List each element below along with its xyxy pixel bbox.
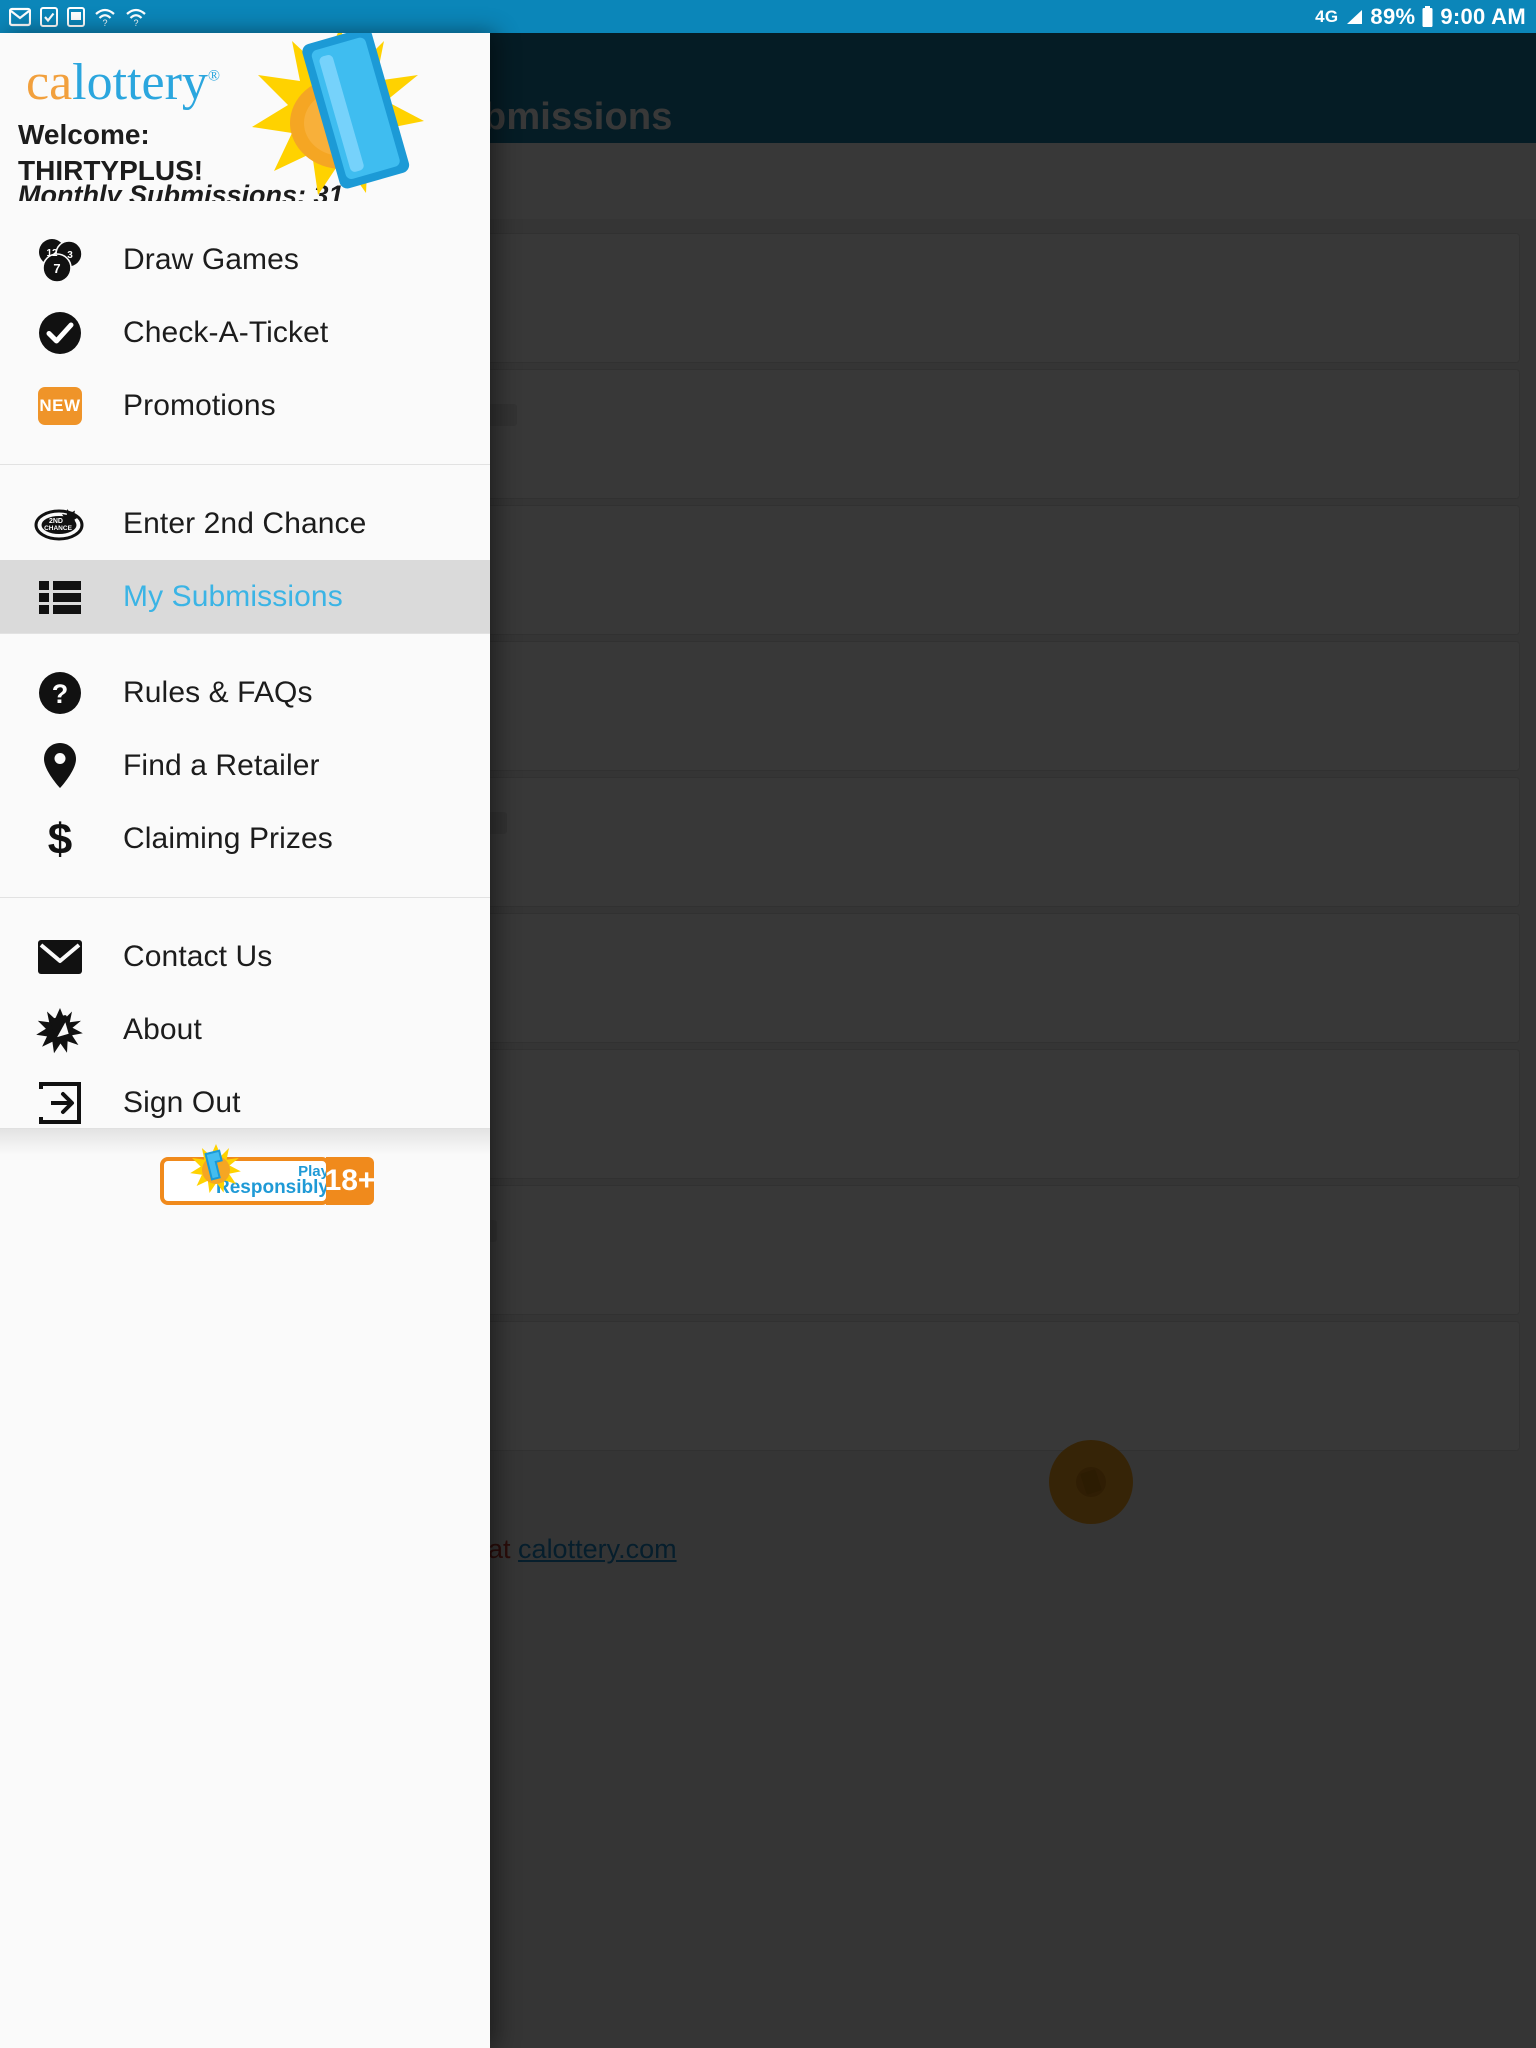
play-responsibly-sun-icon [190, 1144, 241, 1193]
status-bar-notification-icons: ? ? [0, 6, 147, 27]
status-bar-system-icons: 4G 89% 9:00 AM [1315, 3, 1536, 29]
checkbox-icon [40, 6, 58, 27]
new-badge-icon: NEW [30, 386, 90, 425]
welcome-label: Welcome: [18, 119, 150, 150]
svg-text:?: ? [102, 18, 107, 27]
menu-divider [0, 897, 490, 898]
map-pin-icon [30, 742, 90, 790]
wifi-question-icon: ? [95, 8, 115, 27]
dollar-sign-icon: $ [30, 815, 90, 863]
calottery-logo: calottery® [26, 57, 220, 109]
check-circle-icon [30, 310, 90, 356]
svg-text:CHANCE: CHANCE [44, 525, 72, 532]
status-bar: ? ? 4G 89% 9:00 AM [0, 0, 1536, 33]
logout-icon [30, 1081, 90, 1125]
menu-group-3: ? Rules & FAQs Find a Retailer $ Claimin… [0, 656, 490, 875]
app-root: My Submissions This Month [0, 0, 1536, 2048]
sidebar-item-claiming-prizes[interactable]: $ Claiming Prizes [0, 802, 490, 875]
sidebar-item-my-submissions[interactable]: My Submissions [0, 560, 490, 633]
new-badge-text: NEW [38, 386, 82, 425]
sidebar-item-draw-games[interactable]: 12 3 7 Draw Games [0, 223, 490, 296]
svg-text:7: 7 [53, 261, 60, 276]
age-restriction-badge: 18+ [325, 1157, 375, 1205]
svg-text:?: ? [133, 18, 138, 27]
svg-text:3: 3 [67, 250, 73, 261]
logo-trademark: ® [207, 67, 221, 85]
svg-text:12: 12 [46, 248, 58, 259]
welcome-block: Welcome: THIRTYPLUS! [18, 121, 203, 185]
sidebar-item-label: Check-A-Ticket [123, 315, 329, 349]
sidebar-item-label: Promotions [123, 388, 276, 422]
sun-ticket-icon [30, 1006, 90, 1054]
signal-bars-icon [1347, 9, 1363, 24]
sidebar-item-label: Enter 2nd Chance [123, 506, 367, 540]
sidebar-item-find-a-retailer[interactable]: Find a Retailer [0, 729, 490, 802]
network-type-label: 4G [1315, 7, 1339, 26]
sun-ticket-artwork [252, 33, 424, 195]
drawer-footer: Play Responsibly 18+ [0, 1128, 490, 2048]
menu-group-1: 12 3 7 Draw Games Check-A-Ticket NEW Pro… [0, 223, 490, 442]
question-circle-icon: ? [30, 670, 90, 716]
sidebar-item-label: Contact Us [123, 939, 273, 973]
wifi-question-icon: ? [126, 8, 146, 27]
menu-group-2: 2ND CHANCE Enter 2nd Chance My Submissio… [0, 487, 490, 633]
logo-lottery: lottery [72, 54, 208, 111]
sidebar-item-rules-faqs[interactable]: ? Rules & FAQs [0, 656, 490, 729]
battery-percent-label: 89% [1370, 3, 1416, 29]
navigation-drawer: calottery® Welcome: THIRTYPLUS! Monthly … [0, 33, 490, 2048]
sidebar-item-label: Claiming Prizes [123, 821, 333, 855]
sidebar-item-label: Draw Games [123, 242, 300, 276]
sidebar-item-label: Rules & FAQs [123, 675, 313, 709]
play-responsibly-badge[interactable]: Play Responsibly 18+ [160, 1144, 375, 1205]
clock-label: 9:00 AM [1440, 3, 1526, 29]
lottery-balls-icon: 12 3 7 [30, 236, 90, 284]
battery-icon [1422, 5, 1433, 27]
menu-group-4: Contact Us About Sign Out [0, 920, 490, 1139]
sidebar-item-about[interactable]: About [0, 993, 490, 1066]
drawer-header: calottery® Welcome: THIRTYPLUS! Monthly … [0, 33, 490, 201]
svg-text:?: ? [52, 679, 69, 709]
sidebar-item-check-a-ticket[interactable]: Check-A-Ticket [0, 296, 490, 369]
svg-text:$: $ [48, 815, 72, 863]
sidebar-item-label: My Submissions [123, 579, 343, 613]
sidebar-item-enter-2nd-chance[interactable]: 2ND CHANCE Enter 2nd Chance [0, 487, 490, 560]
sidebar-item-label: Sign Out [123, 1085, 241, 1119]
sidebar-item-label: Find a Retailer [123, 748, 320, 782]
sidebar-item-contact-us[interactable]: Contact Us [0, 920, 490, 993]
sidebar-item-label: About [123, 1012, 202, 1046]
gmail-icon [9, 7, 31, 26]
envelope-icon [30, 939, 90, 975]
svg-text:2ND: 2ND [49, 518, 63, 525]
image-icon [67, 6, 85, 27]
menu-divider [0, 633, 490, 634]
second-chance-icon: 2ND CHANCE [30, 503, 90, 545]
logo-ca: ca [26, 54, 73, 111]
sidebar-item-promotions[interactable]: NEW Promotions [0, 369, 490, 442]
drawer-menu: 12 3 7 Draw Games Check-A-Ticket NEW Pro… [0, 201, 490, 1139]
menu-divider [0, 464, 490, 465]
list-icon [30, 579, 90, 615]
